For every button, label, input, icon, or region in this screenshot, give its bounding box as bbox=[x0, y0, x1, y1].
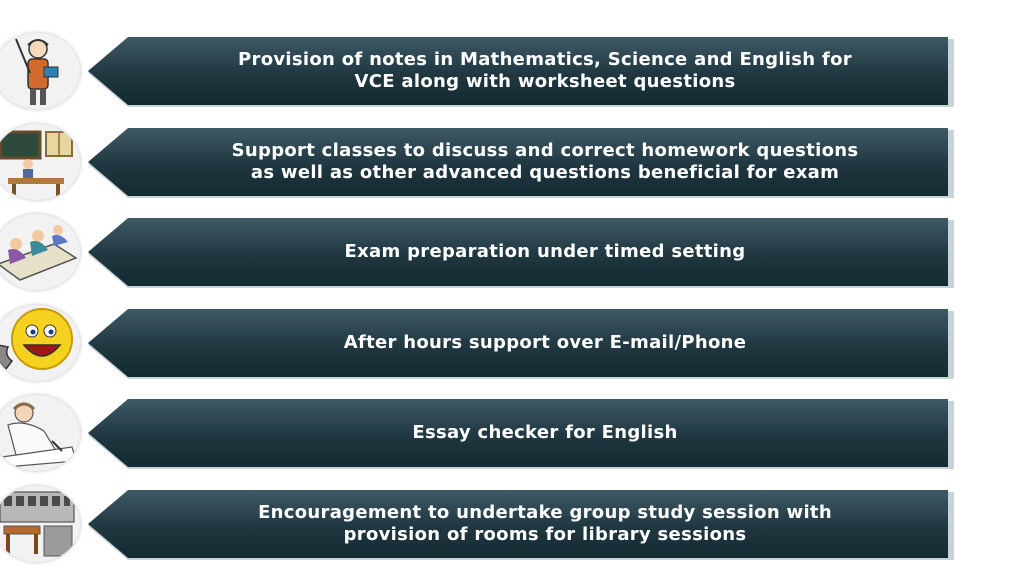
feature-text: After hours support over E-mail/Phone bbox=[343, 332, 747, 353]
teacher-icon bbox=[0, 33, 80, 109]
feature-row-2: Support classes to discuss and correct h… bbox=[0, 124, 1024, 200]
feature-text: Essay checker for English bbox=[412, 422, 678, 443]
feature-row-4: After hours support over E-mail/Phone bbox=[0, 305, 1024, 381]
feature-text: Exam preparation under timed setting bbox=[344, 241, 746, 262]
feature-row-6: Encouragement to undertake group study s… bbox=[0, 486, 1024, 562]
feature-row-1: Provision of notes in Mathematics, Scien… bbox=[0, 33, 1024, 109]
feature-text: Support classes to discuss and correct h… bbox=[231, 140, 859, 183]
writing-person-icon bbox=[0, 395, 80, 471]
exam-students-icon bbox=[0, 214, 80, 290]
smiley-phone-icon bbox=[0, 305, 80, 381]
feature-text: Provision of notes in Mathematics, Scien… bbox=[238, 49, 852, 92]
feature-row-3: Exam preparation under timed setting bbox=[0, 214, 1024, 290]
feature-row-5: Essay checker for English bbox=[0, 395, 1024, 471]
classroom-icon bbox=[0, 124, 80, 200]
library-icon bbox=[0, 486, 80, 562]
feature-text: Encouragement to undertake group study s… bbox=[258, 502, 832, 545]
